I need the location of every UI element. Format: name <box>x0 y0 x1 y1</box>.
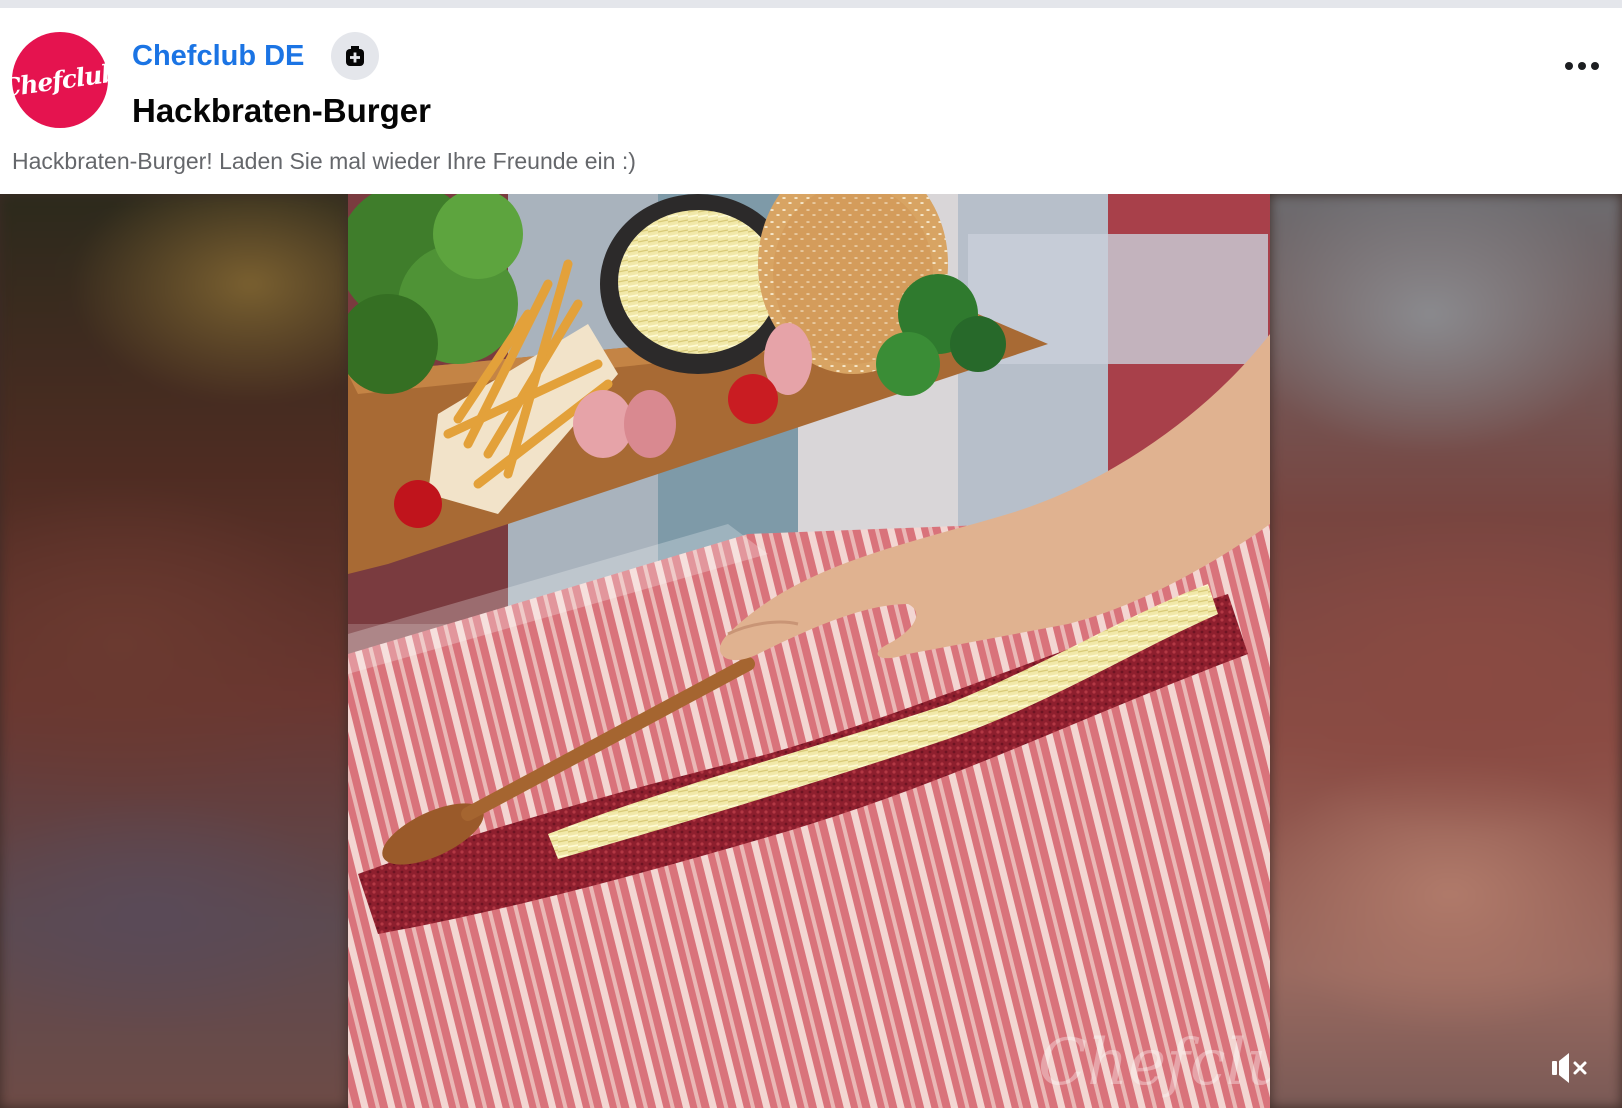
post-title: Hackbraten-Burger <box>132 92 431 129</box>
muted-speaker-icon <box>1552 1053 1587 1083</box>
post-header: Chefclub Chefclub DE Hackbraten-Burger H… <box>0 8 1622 194</box>
add-page-icon <box>346 46 364 66</box>
page-avatar[interactable]: Chefclub <box>0 32 120 128</box>
video-blurred-background-left <box>0 194 348 1108</box>
page-name-link[interactable]: Chefclub DE <box>132 40 304 73</box>
video-blurred-background-right <box>1270 194 1622 1108</box>
follow-page-button[interactable] <box>331 32 379 80</box>
unmute-button[interactable] <box>1548 1048 1592 1088</box>
video-watermark: Chefclub <box>1038 1026 1270 1100</box>
more-options-button[interactable] <box>1560 44 1604 88</box>
video-still-image: Chefclub <box>348 194 1270 1108</box>
video-frame: Chefclub <box>348 194 1270 1108</box>
avatar-logo-text: Chefclub <box>0 57 121 103</box>
post-description: Hackbraten-Burger! Laden Sie mal wieder … <box>12 148 636 174</box>
top-divider <box>0 0 1622 8</box>
more-options-icon <box>1565 62 1599 70</box>
video-player[interactable]: Chefclub <box>0 194 1622 1108</box>
